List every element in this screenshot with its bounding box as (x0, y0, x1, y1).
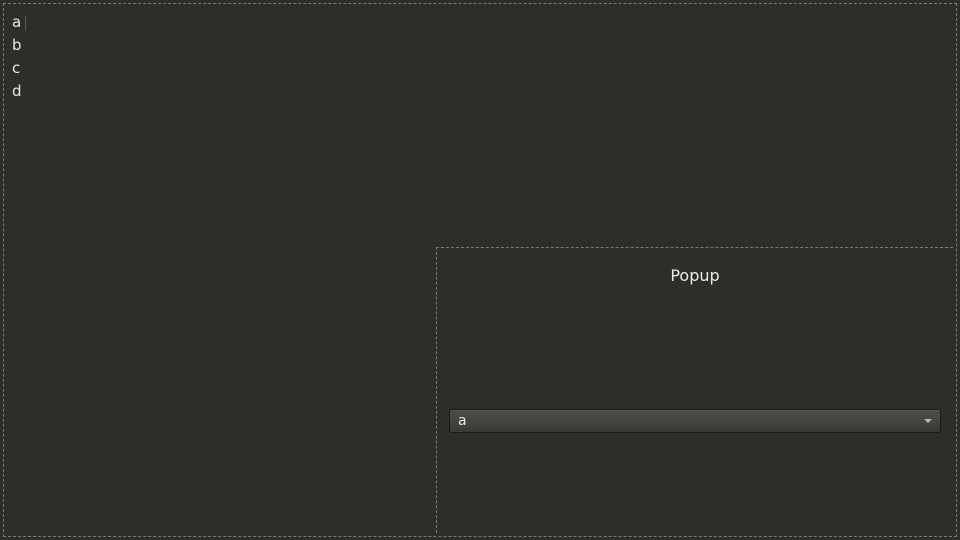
main-frame: a b c d Popup a (3, 3, 957, 537)
popup-title: Popup (437, 266, 953, 285)
dropdown[interactable]: a (449, 409, 941, 433)
list-item[interactable]: a (12, 12, 22, 33)
list-area: a b c d (12, 12, 22, 102)
dropdown-selected-value: a (458, 413, 918, 429)
list-item[interactable]: d (12, 81, 22, 102)
list-item[interactable]: b (12, 35, 22, 56)
chevron-down-icon (924, 419, 932, 423)
text-cursor (25, 16, 26, 31)
list-item[interactable]: c (12, 58, 22, 79)
popup-panel: Popup a (436, 247, 953, 533)
